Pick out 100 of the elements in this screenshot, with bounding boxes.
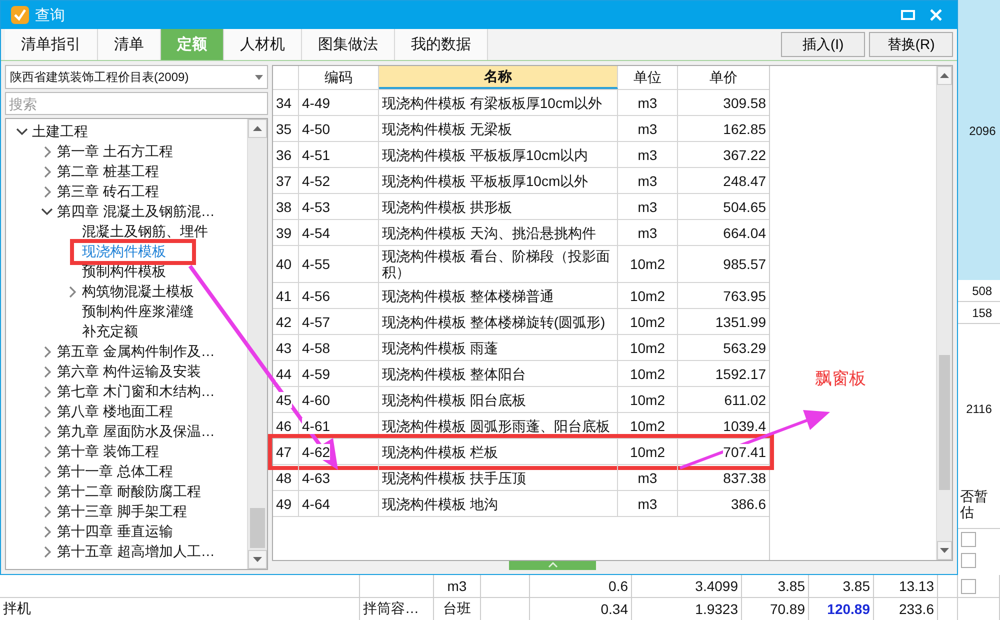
close-icon[interactable]	[930, 9, 942, 21]
table-row[interactable]: 37 4-52 现浇构件模板 平板板厚10cm以外 m3 248.47	[273, 168, 769, 194]
table-cell: 现浇构件模板 有梁板板厚10cm以外	[382, 94, 602, 110]
tab[interactable]: 人材机	[224, 29, 302, 60]
table-row[interactable]: 43 4-58 现浇构件模板 雨蓬 10m2 563.29	[273, 335, 769, 361]
scroll-up-icon[interactable]	[940, 73, 950, 78]
caret-icon	[255, 74, 263, 80]
row-number: 45	[276, 392, 292, 408]
table-cell: 现浇构件模板 平板板厚10cm以外	[382, 172, 588, 188]
app-icon	[11, 6, 29, 24]
tree-item[interactable]: 补充定额	[82, 323, 138, 341]
checkbox[interactable]	[961, 578, 976, 594]
tree-item[interactable]: 第七章 木门窗和木结构…	[57, 383, 215, 401]
table-row[interactable]: 36 4-51 现浇构件模板 平板板厚10cm以内 m3 367.22	[273, 142, 769, 168]
tree-item[interactable]: 第二章 桩基工程	[57, 163, 159, 181]
tree-item[interactable]: 第十章 装饰工程	[57, 443, 159, 461]
scroll-thumb[interactable]	[250, 508, 265, 548]
tree-item[interactable]: 第十五章 超高增加人工…	[57, 543, 215, 561]
tab[interactable]: 图集做法	[302, 29, 395, 60]
action-button[interactable]: 替换(R)	[869, 32, 954, 57]
table-cell: 拌筒容…	[363, 600, 419, 618]
table-cell: 3.85	[842, 578, 870, 594]
table-cell: 现浇构件模板 整体阳台	[382, 366, 526, 382]
search-field[interactable]: 搜索	[5, 92, 268, 115]
table-cell: 707.41	[723, 444, 766, 460]
table-cell: 现浇构件模板 整体楼梯旋转(圆弧形)	[382, 314, 606, 330]
tree-item[interactable]: 第五章 金属构件制作及…	[57, 343, 215, 361]
table-row[interactable]: 46 4-61 现浇构件模板 圆弧形雨蓬、阳台底板 10m2 1039.4	[273, 413, 769, 439]
table-cell: 985.57	[723, 256, 766, 272]
table-row[interactable]: 41 4-56 现浇构件模板 整体楼梯普通 10m2 763.95	[273, 283, 769, 309]
table-cell: 3.85	[778, 578, 805, 594]
table-cell: 70.89	[770, 601, 805, 617]
table-cell: 现浇构件模板 阳台底板	[382, 392, 526, 408]
tree-item[interactable]: 混凝土及钢筋、埋件	[82, 223, 208, 241]
table-cell: 现浇构件模板 栏板	[382, 444, 498, 460]
table-cell: 4-61	[302, 418, 330, 434]
table-row[interactable]: 47 4-62 现浇构件模板 栏板 10m2 707.41	[273, 439, 769, 465]
table-cell: 现浇构件模板 整体楼梯普通	[382, 288, 554, 304]
table-cell: 现浇构件模板 天沟、挑沿悬挑构件	[382, 224, 596, 240]
table-cell: 现浇构件模板 平板板厚10cm以内	[382, 146, 588, 162]
tree-item[interactable]: 第六章 构件运输及安装	[57, 363, 201, 381]
scroll-down-icon[interactable]	[253, 557, 262, 562]
checkbox[interactable]	[961, 532, 976, 547]
tree-item[interactable]: 第十四章 垂直运输	[57, 523, 173, 541]
table-cell: 508	[972, 284, 992, 298]
table-cell: 0.34	[600, 601, 628, 617]
scroll-thumb[interactable]	[939, 355, 950, 490]
tree-item[interactable]: 第三章 砖石工程	[57, 183, 159, 201]
scroll-down-icon[interactable]	[940, 548, 950, 554]
scrollbar[interactable]	[936, 66, 952, 560]
tree-item[interactable]: 第十二章 耐酸防腐工程	[57, 483, 201, 501]
table-row[interactable]: 40 4-55 现浇构件模板 看台、阶梯段（投影面积） 10m2 985.57	[273, 246, 769, 283]
tree-item[interactable]: 第九章 屋面防水及保温…	[57, 423, 215, 441]
tree-item[interactable]: 预制构件模板	[82, 263, 166, 281]
action-button[interactable]: 插入(I)	[781, 32, 866, 57]
tab[interactable]: 我的数据	[395, 29, 488, 60]
splitter-handle[interactable]	[509, 561, 596, 570]
table-row[interactable]: 44 4-59 现浇构件模板 整体阳台 10m2 1592.17	[273, 361, 769, 387]
table-cell: 2116	[966, 402, 992, 416]
tab[interactable]: 清单指引	[5, 29, 98, 60]
tree-item[interactable]: 第四章 混凝土及钢筋混…	[57, 203, 215, 221]
column-header[interactable]: 单位	[618, 66, 678, 89]
table-cell: 拌机	[3, 600, 31, 618]
table-cell: 现浇构件模板 拱形板	[382, 198, 512, 214]
maximize-icon[interactable]	[901, 10, 916, 20]
table-cell: 现浇构件模板 扶手压顶	[382, 470, 526, 486]
tree-item[interactable]: 土建工程	[32, 123, 88, 141]
checkbox[interactable]	[961, 553, 976, 568]
table-row[interactable]: 38 4-53 现浇构件模板 拱形板 m3 504.65	[273, 194, 769, 220]
column-header[interactable]: 名称	[379, 66, 618, 89]
scroll-up-icon[interactable]	[253, 126, 262, 131]
table-cell: 现浇构件模板 圆弧形雨蓬、阳台底板	[382, 418, 610, 434]
table-cell: 2096	[969, 124, 996, 138]
table-row[interactable]: 48 4-63 现浇构件模板 扶手压顶 m3 837.38	[273, 465, 769, 491]
tree-item[interactable]: 第八章 楼地面工程	[57, 403, 173, 421]
column-header[interactable]: 单价	[678, 66, 769, 89]
tree-item[interactable]: 第十三章 脚手架工程	[57, 503, 187, 521]
table-cell: 0.6	[608, 578, 628, 594]
table-row[interactable]: 49 4-64 现浇构件模板 地沟 m3 386.6	[273, 491, 769, 517]
table-cell: 现浇构件模板 无梁板	[382, 120, 512, 136]
table-cell: 10m2	[630, 256, 666, 272]
tree-item[interactable]: 现浇构件模板	[70, 239, 196, 265]
tab[interactable]: 清单	[98, 29, 161, 60]
library-dropdown[interactable]: 陕西省建筑装饰工程价目表(2009)	[5, 65, 268, 89]
tree-item[interactable]: 预制构件座浆灌缝	[82, 303, 194, 321]
table-row[interactable]: 42 4-57 现浇构件模板 整体楼梯旋转(圆弧形) 10m2 1351.99	[273, 309, 769, 335]
tree-item[interactable]: 第一章 土石方工程	[57, 143, 173, 161]
table-row[interactable]: 35 4-50 现浇构件模板 无梁板 m3 162.85	[273, 116, 769, 142]
annotation-label: 飘窗板	[815, 368, 866, 390]
table-row[interactable]: 45 4-60 现浇构件模板 阳台底板 10m2 611.02	[273, 387, 769, 413]
table-row[interactable]: 39 4-54 现浇构件模板 天沟、挑沿悬挑构件 m3 664.04	[273, 220, 769, 246]
table-row[interactable]: 34 4-49 现浇构件模板 有梁板板厚10cm以外 m3 309.58	[273, 90, 769, 116]
table-cell: 120.89	[827, 601, 870, 617]
tree-item[interactable]: 第十一章 总体工程	[57, 463, 173, 481]
table-cell: 现浇构件模板 地沟	[382, 496, 498, 512]
table-cell: m3	[447, 578, 467, 594]
scrollbar[interactable]	[247, 119, 267, 569]
tree-item[interactable]: 构筑物混凝土模板	[82, 283, 194, 301]
window-title: 查询	[35, 6, 66, 24]
table-cell: 4-55	[302, 256, 330, 272]
